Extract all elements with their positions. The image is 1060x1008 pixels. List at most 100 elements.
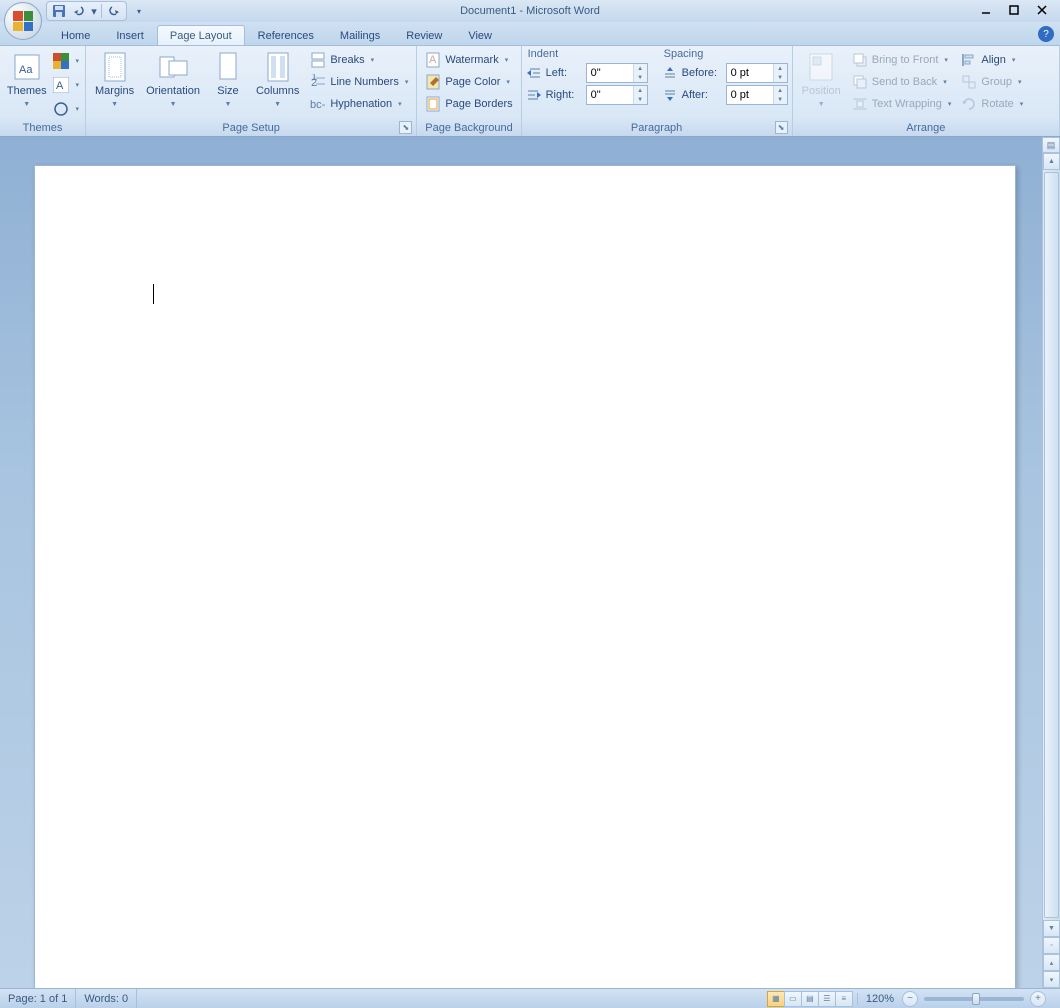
full-screen-view[interactable]: ▭ (784, 991, 802, 1007)
group-button[interactable]: Group▾ (957, 71, 1027, 93)
pagesetup-launcher[interactable]: ⬊ (399, 121, 412, 134)
redo-button[interactable] (104, 2, 124, 20)
bring-to-front-button[interactable]: Bring to Front▾ (848, 49, 956, 71)
breaks-button[interactable]: Breaks▾ (306, 49, 412, 71)
columns-button[interactable]: Columns▼ (251, 48, 304, 114)
spin-up[interactable]: ▲ (774, 86, 787, 95)
vertical-scrollbar[interactable]: ▲ ▼ ◦ ▴ ▾ (1042, 153, 1060, 988)
tab-references[interactable]: References (245, 25, 327, 45)
document-page[interactable] (34, 165, 1016, 995)
indent-left-input[interactable] (587, 64, 633, 82)
customize-qat-dropdown[interactable]: ▾ (129, 2, 149, 20)
theme-colors-button[interactable]: ▾ (51, 50, 81, 72)
breaks-icon (310, 52, 326, 68)
undo-dropdown[interactable]: ▾ (89, 2, 99, 20)
zoom-slider-thumb[interactable] (972, 993, 980, 1005)
group-icon (961, 74, 977, 90)
indent-header: Indent (526, 48, 648, 62)
spin-up[interactable]: ▲ (634, 64, 647, 73)
size-icon (212, 51, 244, 83)
paragraph-launcher[interactable]: ⬊ (775, 121, 788, 134)
zoom-in-button[interactable]: + (1030, 991, 1046, 1007)
scroll-up-button[interactable]: ▲ (1043, 153, 1060, 170)
indent-left-icon (526, 66, 542, 80)
columns-icon (262, 51, 294, 83)
page-color-icon (425, 74, 441, 90)
tab-review[interactable]: Review (393, 25, 455, 45)
document-area: ▤ ▲ ▼ ◦ ▴ ▾ (0, 137, 1060, 988)
spin-down[interactable]: ▼ (634, 95, 647, 104)
margins-button[interactable]: Margins▼ (90, 48, 139, 114)
page-color-button[interactable]: Page Color▾ (421, 71, 516, 93)
print-layout-view[interactable]: ▦ (767, 991, 785, 1007)
undo-button[interactable] (69, 2, 89, 20)
spacing-after-spinbox[interactable]: ▲▼ (726, 85, 788, 105)
page-borders-icon (425, 96, 441, 112)
spin-down[interactable]: ▼ (774, 73, 787, 82)
indent-right-input[interactable] (587, 86, 633, 104)
tab-home[interactable]: Home (48, 25, 103, 45)
indent-right-icon (526, 88, 542, 102)
quick-access-toolbar: ▾ ▾ (46, 0, 149, 22)
minimize-button[interactable] (972, 0, 1000, 20)
draft-view[interactable]: ≡ (835, 991, 853, 1007)
theme-effects-button[interactable]: ▾ (51, 98, 81, 120)
next-page-button[interactable]: ▾ (1043, 971, 1060, 988)
office-button[interactable] (4, 2, 42, 40)
save-button[interactable] (49, 2, 69, 20)
size-button[interactable]: Size▼ (207, 48, 249, 114)
send-back-icon (852, 74, 868, 90)
position-button[interactable]: Position▼ (797, 48, 846, 114)
theme-fonts-button[interactable]: A▾ (51, 74, 81, 96)
page-borders-button[interactable]: Page Borders (421, 93, 516, 115)
maximize-button[interactable] (1000, 0, 1028, 20)
prev-page-button[interactable]: ▴ (1043, 954, 1060, 971)
outline-view[interactable]: ☰ (818, 991, 836, 1007)
text-wrapping-button[interactable]: Text Wrapping▾ (848, 93, 956, 115)
scroll-track[interactable] (1043, 170, 1060, 920)
ruler-toggle[interactable]: ▤ (1042, 137, 1060, 153)
status-bar: Page: 1 of 1 Words: 0 ▦ ▭ ▤ ☰ ≡ 120% − + (0, 988, 1060, 1008)
zoom-level[interactable]: 120% (857, 993, 902, 1005)
spacing-before-label: Before: (682, 67, 722, 79)
watermark-button[interactable]: AWatermark▾ (421, 49, 516, 71)
status-words[interactable]: Words: 0 (76, 989, 137, 1008)
spacing-header: Spacing (662, 48, 788, 62)
browse-object-button[interactable]: ◦ (1043, 937, 1060, 954)
close-button[interactable] (1028, 0, 1056, 20)
spacing-before-input[interactable] (727, 64, 773, 82)
indent-right-spinbox[interactable]: ▲▼ (586, 85, 648, 105)
line-numbers-button[interactable]: 12Line Numbers▾ (306, 71, 412, 93)
bring-front-icon (852, 52, 868, 68)
hyphenation-button[interactable]: bc‑Hyphenation▾ (306, 93, 412, 115)
indent-left-spinbox[interactable]: ▲▼ (586, 63, 648, 83)
colors-icon (53, 53, 69, 69)
scroll-thumb[interactable] (1044, 172, 1059, 918)
zoom-out-button[interactable]: − (902, 991, 918, 1007)
tab-view[interactable]: View (455, 25, 505, 45)
spacing-after-icon (662, 88, 678, 102)
spin-up[interactable]: ▲ (774, 64, 787, 73)
rotate-button[interactable]: Rotate▾ (957, 93, 1027, 115)
align-button[interactable]: Align▾ (957, 49, 1027, 71)
web-layout-view[interactable]: ▤ (801, 991, 819, 1007)
spin-down[interactable]: ▼ (634, 73, 647, 82)
scroll-down-button[interactable]: ▼ (1043, 920, 1060, 937)
group-themes-label: Themes (4, 120, 81, 136)
status-page[interactable]: Page: 1 of 1 (0, 989, 76, 1008)
spacing-after-input[interactable] (727, 86, 773, 104)
tab-insert[interactable]: Insert (103, 25, 157, 45)
help-icon[interactable]: ? (1038, 26, 1054, 42)
spin-up[interactable]: ▲ (634, 86, 647, 95)
svg-text:A: A (429, 54, 437, 66)
orientation-icon (157, 51, 189, 83)
margins-icon (99, 51, 131, 83)
spin-down[interactable]: ▼ (774, 95, 787, 104)
spacing-before-spinbox[interactable]: ▲▼ (726, 63, 788, 83)
tab-mailings[interactable]: Mailings (327, 25, 393, 45)
tab-page-layout[interactable]: Page Layout (157, 25, 245, 45)
orientation-button[interactable]: Orientation▼ (141, 48, 205, 114)
zoom-slider[interactable] (924, 997, 1024, 1001)
themes-button[interactable]: Aa Themes▼ (4, 48, 49, 114)
send-to-back-button[interactable]: Send to Back▾ (848, 71, 956, 93)
